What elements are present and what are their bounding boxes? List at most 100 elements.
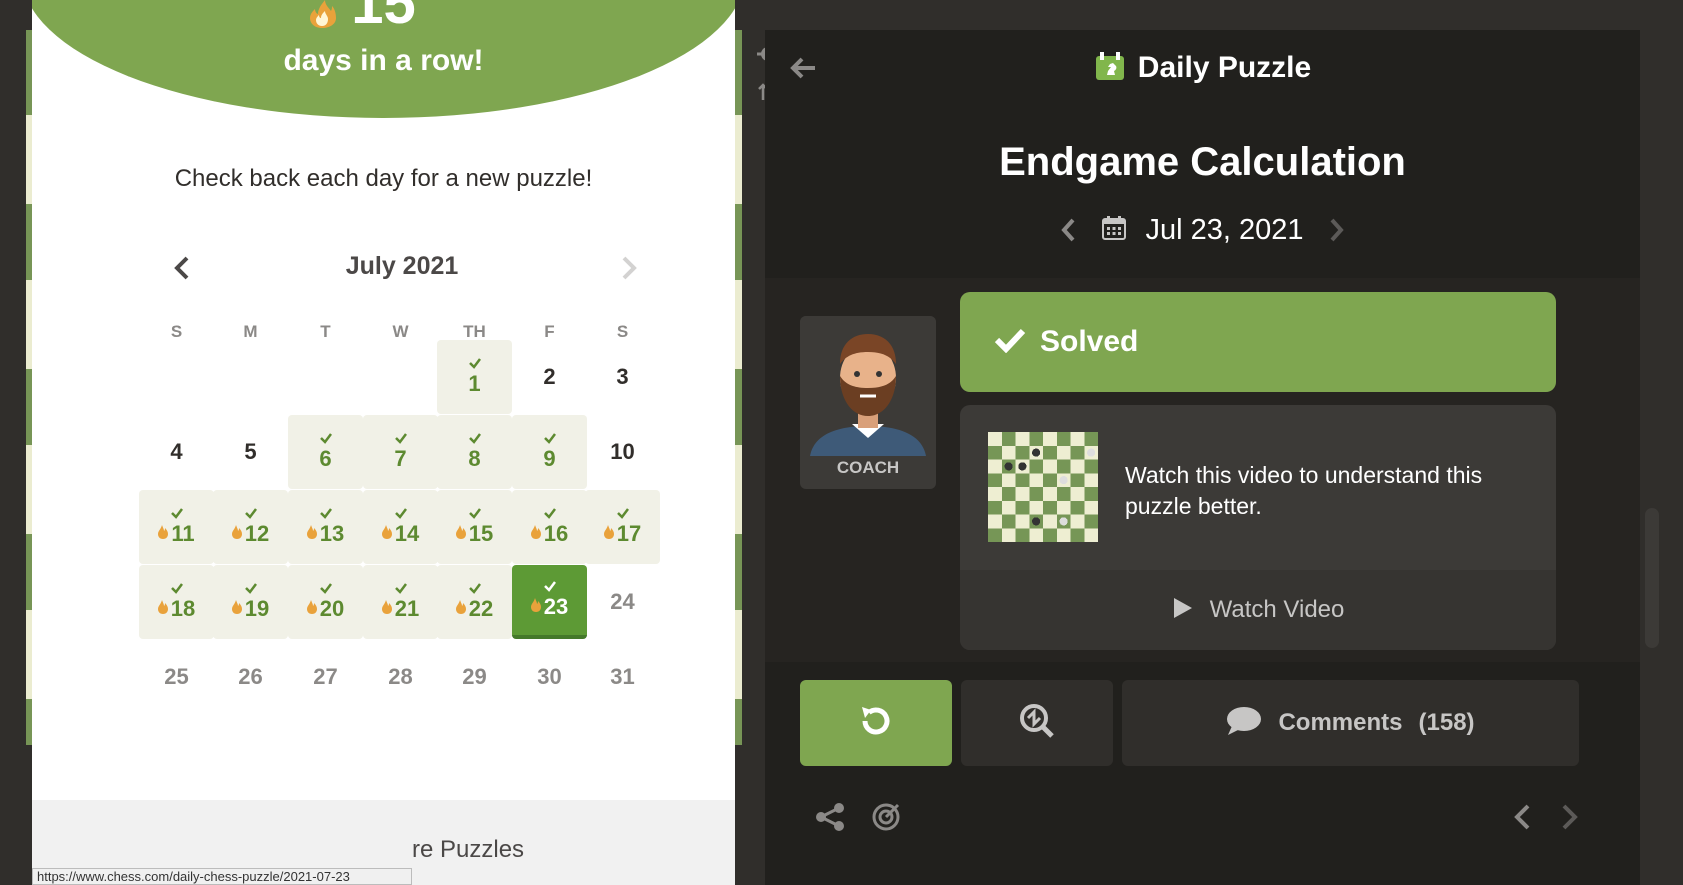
calendar-day-number: 27 [313,664,338,689]
calendar-day[interactable]: 9 [512,415,587,489]
panel-scrollbar[interactable] [1645,508,1659,648]
next-day-button[interactable] [1322,212,1352,248]
calendar-day: 26 [213,640,288,714]
streak-flame-icon [158,524,169,544]
calendar-weekday: S [170,322,183,341]
calendar-day[interactable]: 1 [437,340,512,414]
calendar-day[interactable]: 8 [437,415,512,489]
puzzle-header: Daily Puzzle Endgame Calculation Jul 23,… [765,30,1640,278]
calendar-day[interactable]: 7 [363,415,438,489]
comments-label: Comments [1278,709,1403,736]
calendar-day[interactable]: 2 [512,340,587,414]
calendar-day-number: 21 [394,596,420,621]
date-selector: Jul 23, 2021 [765,208,1640,252]
calendar-day[interactable]: 11 [139,490,214,564]
solved-check-icon [319,432,333,446]
solved-check-icon [543,507,557,521]
calendar-day[interactable]: 3 [585,340,660,414]
calendar-day-number: 1 [468,371,481,396]
calendar-day: 24 [585,565,660,639]
chevron-left-icon[interactable] [1505,800,1539,834]
calendar-day[interactable]: 14 [363,490,438,564]
streak-flame-icon [530,524,541,544]
calendar-next-month-button[interactable] [614,250,644,286]
streak-flame-icon [381,524,392,544]
calendar-day-number: 6 [319,446,332,471]
calendar-day[interactable]: 23 [512,565,587,639]
calendar-day-number: 14 [394,521,420,546]
calendar-day[interactable]: 22 [437,565,512,639]
video-card: Watch this video to understand this puzz… [960,405,1556,650]
calendar-day-number: 10 [610,439,635,464]
calendar-weekday: S [616,322,629,341]
prev-day-button[interactable] [1053,212,1083,248]
calendar-day[interactable]: 19 [213,565,288,639]
streak-modal: 15 days in a row! Check back each day fo… [32,0,735,885]
calendar-day[interactable]: 21 [363,565,438,639]
coach-card[interactable]: COACH [800,316,936,489]
calendar-day-number: 17 [616,521,642,546]
streak-flame-icon [381,599,392,619]
calendar-day-number: 16 [543,521,569,546]
solved-check-icon [394,507,408,521]
calendar-day[interactable]: 12 [213,490,288,564]
calendar-day[interactable]: 16 [512,490,587,564]
panel-title: Daily Puzzle [1137,51,1312,84]
calendar-day: 25 [139,640,214,714]
streak-label: days in a row! [283,44,484,77]
more-puzzles-link[interactable]: re Puzzles [412,836,524,864]
puzzle-nav [1505,800,1587,834]
coach-avatar [800,316,936,456]
calendar-day[interactable]: 15 [437,490,512,564]
calendar-day-number: 23 [543,594,569,619]
watch-video-button[interactable]: Watch Video [960,570,1556,650]
calendar-day: 27 [288,640,363,714]
calendar-day[interactable]: 10 [585,415,660,489]
play-icon [1172,596,1194,625]
puzzle-date[interactable]: Jul 23, 2021 [1145,214,1303,247]
retry-button[interactable] [800,680,952,766]
calendar-day-number: 5 [244,439,257,464]
calendar-day: 29 [437,640,512,714]
panel-title-row: Daily Puzzle [765,48,1640,88]
streak-flame-icon [306,599,317,619]
calendar-day[interactable]: 13 [288,490,363,564]
analysis-icon [1018,702,1056,745]
calendar-day-number: 2 [543,364,556,389]
checkmark-icon [994,327,1026,358]
calendar-day-number: 11 [171,521,195,546]
calendar-header: July 2021 [132,248,672,288]
calendar-day[interactable]: 4 [139,415,214,489]
calendar-day-number: 25 [164,664,189,689]
calendar-day[interactable]: 5 [213,415,288,489]
calendar-day[interactable]: 18 [139,565,214,639]
solved-check-icon [616,507,630,521]
calendar-day-number: 18 [170,596,196,621]
calendar-day[interactable]: 17 [585,490,660,564]
calendar-day: 28 [363,640,438,714]
calendar-day-number: 28 [388,664,413,689]
solved-check-icon [319,582,333,596]
target-icon[interactable] [869,800,903,834]
calendar-day[interactable]: 20 [288,565,363,639]
puzzle-sidebar: Daily Puzzle Endgame Calculation Jul 23,… [765,30,1640,885]
calendar-weekday: M [243,322,258,341]
puzzle-icon [1094,50,1126,87]
solved-check-icon [468,507,482,521]
streak-flame-icon [231,599,242,619]
calendar-icon[interactable] [1101,215,1127,246]
comments-button[interactable]: Comments (158) [1122,680,1579,766]
calendar-day-number: 19 [244,596,270,621]
streak-flame-icon [231,524,242,544]
share-icon[interactable] [813,800,847,834]
chevron-right-icon[interactable] [1553,800,1587,834]
calendar-day-number: 31 [610,664,635,689]
calendar-day[interactable]: 6 [288,415,363,489]
analysis-button[interactable] [961,680,1113,766]
calendar-weekday: TH [463,322,486,341]
check-back-message: Check back each day for a new puzzle! [174,165,593,192]
video-thumbnail[interactable] [988,432,1098,542]
streak-count: 15 [351,0,416,36]
coach-label: COACH [836,458,900,477]
calendar-weekday: F [544,322,555,341]
